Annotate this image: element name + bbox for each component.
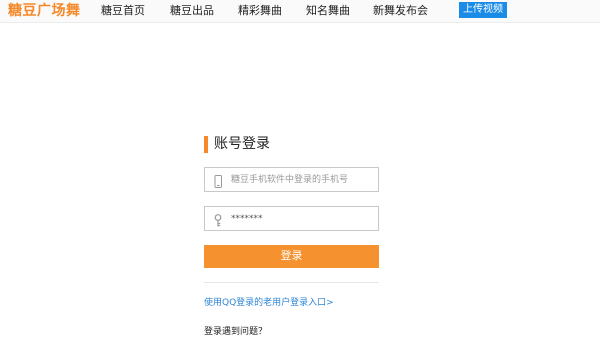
login-help-text[interactable]: 登录遇到问题？ [204,326,267,337]
nav-item-originals[interactable]: 糖豆出品 [170,4,214,18]
phone-field[interactable] [204,167,379,192]
top-navigation-bar: 糖豆广场舞 糖豆首页 糖豆出品 精彩舞曲 知名舞曲 新舞发布会 上传视频 [0,0,600,23]
nav-item-home[interactable]: 糖豆首页 [101,4,145,18]
phone-input[interactable] [231,171,376,188]
divider [204,282,379,283]
password-input[interactable] [231,210,376,227]
upload-video-button[interactable]: 上传视频 [459,2,507,18]
nav-item-famous-songs[interactable]: 知名舞曲 [306,4,350,18]
phone-icon [212,173,224,188]
nav-item-featured-songs[interactable]: 精彩舞曲 [238,4,282,18]
title-accent-bar [204,136,208,153]
key-icon [212,212,224,227]
qq-login-link[interactable]: 使用QQ登录的老用户登录入口> [204,297,334,309]
password-field[interactable] [204,206,379,231]
login-button[interactable]: 登录 [204,245,379,268]
login-title-text: 账号登录 [214,136,270,152]
nav-item-new-dance-launch[interactable]: 新舞发布会 [373,4,428,18]
site-logo[interactable]: 糖豆广场舞 [8,2,81,20]
